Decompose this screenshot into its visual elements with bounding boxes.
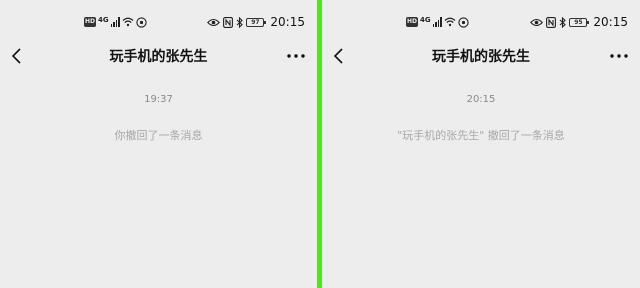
status-right-group: 95 20:15 [530, 14, 628, 30]
hotspot-icon [135, 16, 147, 28]
recall-notice: "玩手机的张先生" 撤回了一条消息 [397, 129, 565, 142]
status-bar: HD 4G 95 20:15 [322, 12, 640, 32]
status-time: 20:15 [270, 15, 305, 29]
status-left-group: HD 4G [84, 15, 147, 29]
message-timestamp: 20:15 [466, 94, 496, 105]
more-options-icon[interactable] [285, 46, 307, 66]
recall-notice: 你撤回了一条消息 [114, 129, 203, 142]
message-timestamp: 19:37 [144, 94, 173, 105]
status-bar: HD 4G 97 20:15 [0, 12, 317, 32]
network-type-label: 4G [98, 15, 109, 24]
bluetooth-icon [560, 16, 567, 28]
nfc-icon [223, 16, 234, 28]
hd-icon: HD [84, 17, 97, 27]
status-time: 20:15 [593, 15, 628, 29]
battery-icon: 95 [569, 17, 590, 27]
signal-icon [110, 17, 120, 27]
chat-header: 玩手机的张先生 [0, 40, 317, 72]
signal-icon [432, 17, 442, 27]
status-right-group: 97 20:15 [207, 14, 305, 30]
network-type-label: 4G [420, 15, 431, 24]
chat-header: 玩手机的张先生 [322, 40, 640, 72]
nfc-icon [546, 16, 557, 28]
eye-icon [530, 18, 544, 26]
battery-icon: 97 [246, 17, 267, 27]
wifi-icon [444, 17, 456, 27]
chat-title: 玩手机的张先生 [432, 49, 530, 65]
chat-screen-left: HD 4G 97 20:15 玩手机的张先生 19:37 你撤回了一条消息 [0, 0, 317, 288]
wifi-icon [122, 17, 134, 27]
chat-title: 玩手机的张先生 [109, 49, 208, 65]
chat-screen-right: HD 4G 95 20:15 玩手机的张先生 20:15 "玩手机的张先生" 撤… [322, 0, 640, 288]
hd-icon: HD [406, 17, 419, 27]
eye-icon [207, 18, 221, 26]
hotspot-icon [457, 16, 469, 28]
status-left-group: HD 4G [406, 15, 469, 29]
bluetooth-icon [237, 16, 244, 28]
more-options-icon[interactable] [608, 46, 630, 66]
